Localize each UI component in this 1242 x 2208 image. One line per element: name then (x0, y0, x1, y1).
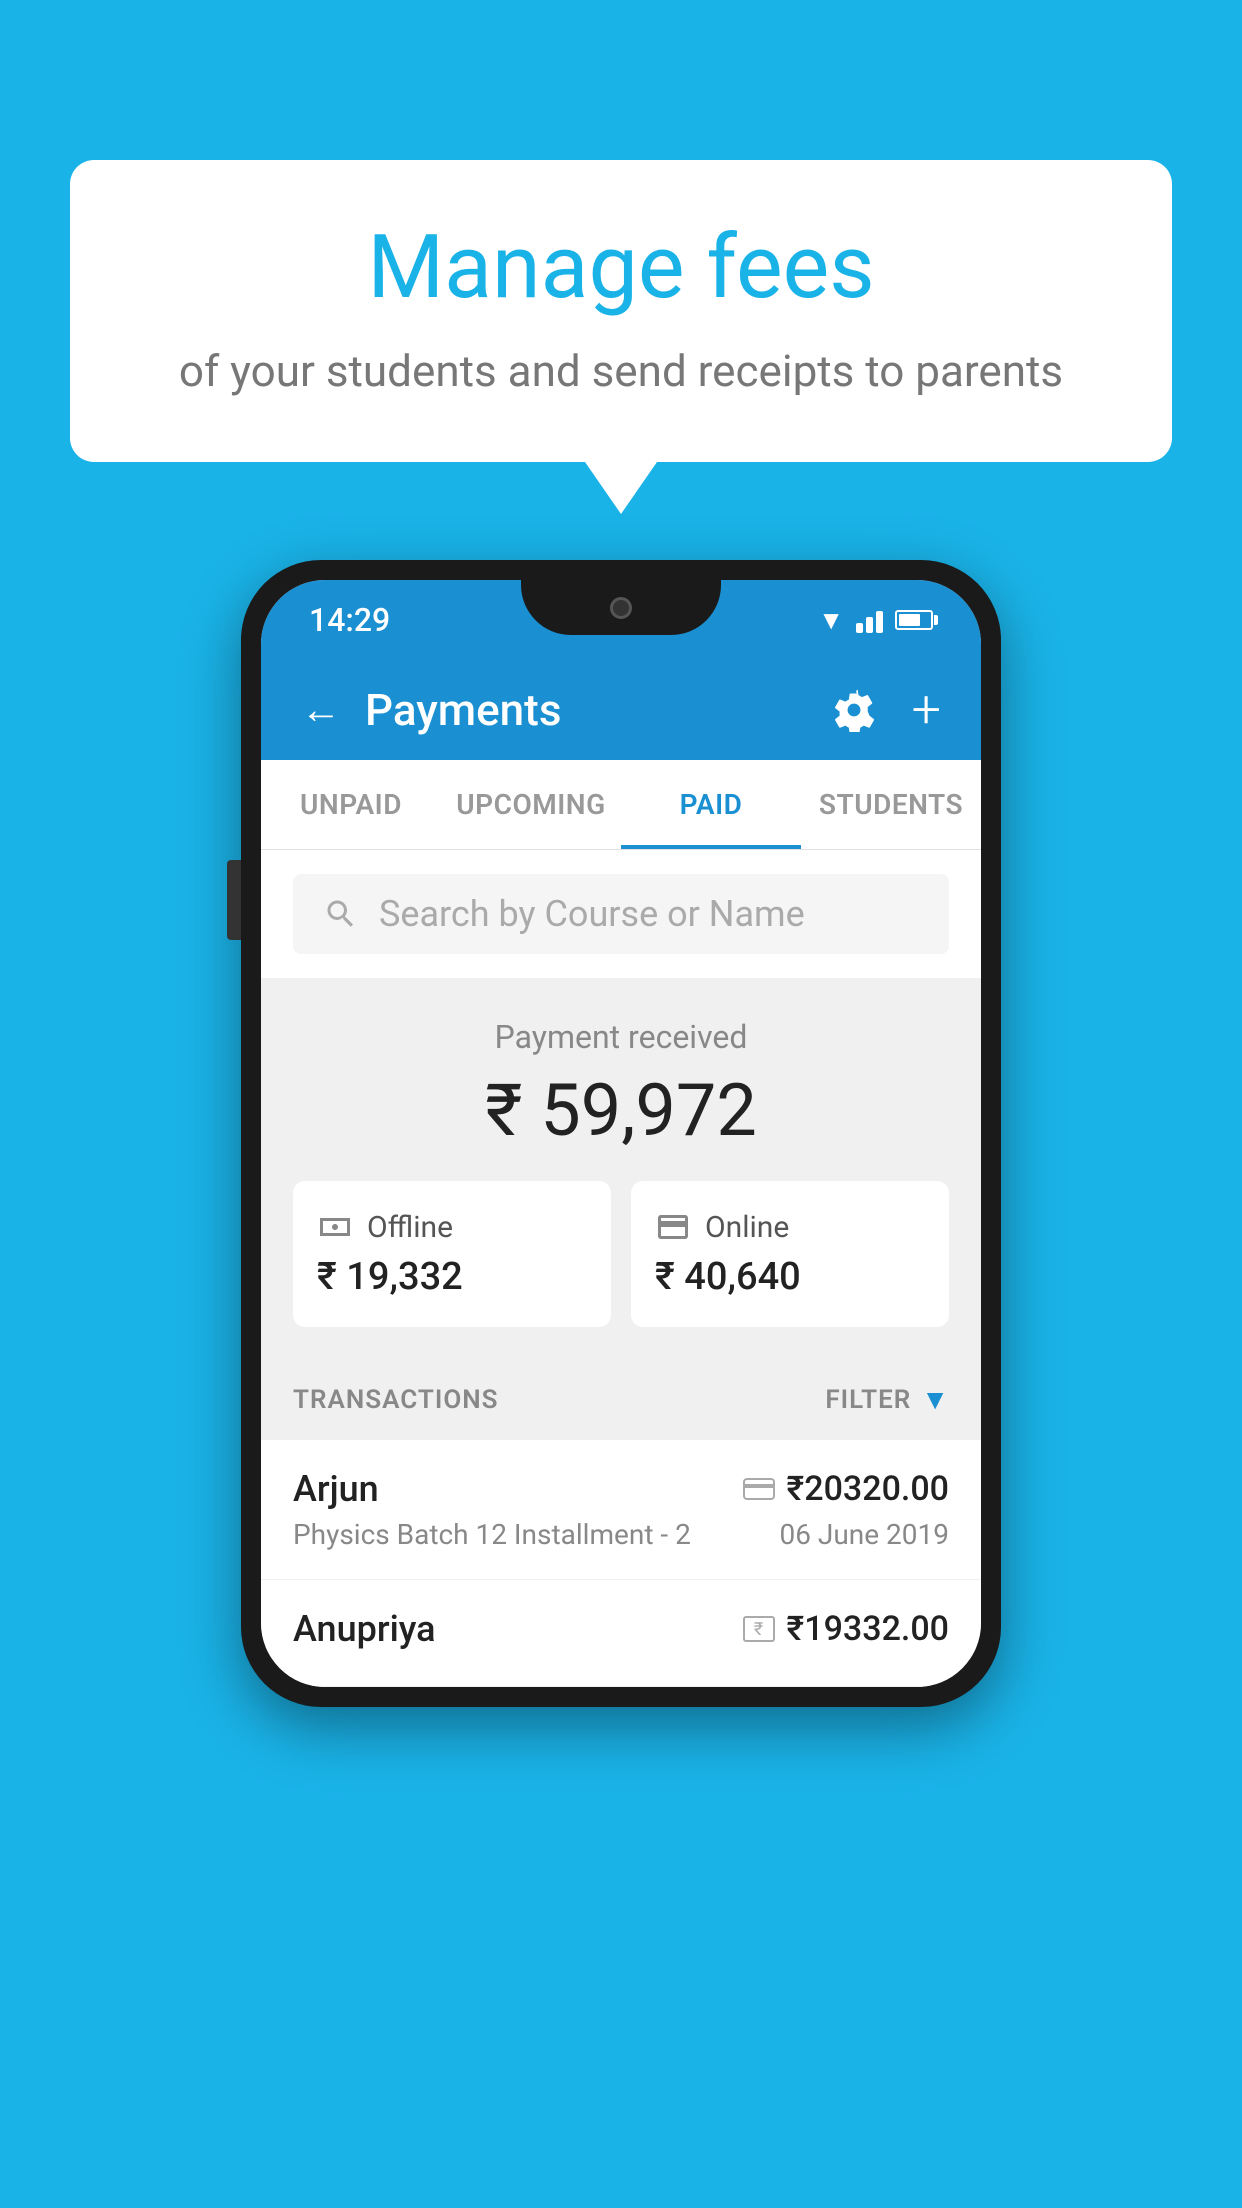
offline-card-header: Offline (317, 1209, 587, 1245)
transaction-amount: ₹19332.00 (787, 1609, 949, 1649)
search-container: Search by Course or Name (261, 850, 981, 978)
transaction-bottom: Physics Batch 12 Installment - 2 06 June… (293, 1518, 949, 1551)
payment-received-label: Payment received (293, 1018, 949, 1056)
online-amount: ₹ 40,640 (655, 1255, 925, 1299)
battery-icon (895, 610, 933, 630)
transactions-header: TRANSACTIONS FILTER ▼ (261, 1359, 981, 1440)
transaction-name: Anupriya (293, 1608, 436, 1650)
back-button[interactable]: ← (301, 690, 341, 730)
search-icon (323, 896, 359, 932)
transaction-date: 06 June 2019 (779, 1518, 949, 1551)
cash-icon (317, 1209, 353, 1245)
credit-card-icon (655, 1209, 691, 1245)
notch (521, 580, 721, 635)
online-label: Online (705, 1210, 789, 1245)
transaction-top: Arjun ₹20320.00 (293, 1468, 949, 1510)
settings-icon[interactable] (832, 688, 876, 732)
transaction-top: Anupriya ₹ ₹19332.00 (293, 1608, 949, 1650)
phone-body: 14:29 ▼ (241, 560, 1001, 1707)
filter-label: FILTER (825, 1385, 911, 1415)
filter-icon: ▼ (921, 1383, 949, 1416)
table-row[interactable]: Anupriya ₹ ₹19332.00 (261, 1580, 981, 1687)
offline-amount: ₹ 19,332 (317, 1255, 587, 1299)
speech-bubble: Manage fees of your students and send re… (70, 160, 1172, 462)
app-header: ← Payments + (261, 660, 981, 760)
signal-icon (856, 607, 883, 633)
bubble-title: Manage fees (150, 220, 1092, 317)
wifi-icon: ▼ (818, 605, 844, 636)
status-icons: ▼ (818, 605, 933, 636)
battery-fill (899, 614, 920, 626)
search-input[interactable]: Search by Course or Name (379, 893, 805, 935)
tab-paid[interactable]: PAID (621, 760, 801, 849)
payment-type-cash-icon: ₹ (743, 1616, 775, 1642)
payment-type-icon (743, 1478, 775, 1500)
phone-mockup: 14:29 ▼ (241, 560, 1001, 1707)
payment-total-amount: ₹ 59,972 (293, 1068, 949, 1153)
transaction-amount-container: ₹20320.00 (743, 1469, 949, 1509)
status-bar: 14:29 ▼ (261, 580, 981, 660)
transaction-amount: ₹20320.00 (787, 1469, 949, 1509)
bubble-subtitle: of your students and send receipts to pa… (150, 341, 1092, 403)
payment-summary: Payment received ₹ 59,972 Offline ₹ 19,3… (261, 978, 981, 1359)
header-right: + (832, 684, 941, 736)
tabs-bar: UNPAID UPCOMING PAID STUDENTS (261, 760, 981, 850)
status-time: 14:29 (309, 601, 390, 639)
add-button[interactable]: + (912, 684, 941, 736)
online-card: Online ₹ 40,640 (631, 1181, 949, 1327)
filter-container[interactable]: FILTER ▼ (825, 1383, 949, 1416)
tab-students[interactable]: STUDENTS (801, 760, 981, 849)
page-title: Payments (365, 684, 561, 736)
phone-screen: 14:29 ▼ (261, 580, 981, 1687)
payment-cards: Offline ₹ 19,332 Online ₹ 40 (293, 1181, 949, 1327)
speech-bubble-container: Manage fees of your students and send re… (70, 160, 1172, 462)
search-box[interactable]: Search by Course or Name (293, 874, 949, 954)
transaction-description: Physics Batch 12 Installment - 2 (293, 1518, 691, 1551)
table-row[interactable]: Arjun ₹20320.00 Physics Batch 12 Install… (261, 1440, 981, 1580)
tab-upcoming[interactable]: UPCOMING (441, 760, 621, 849)
offline-card: Offline ₹ 19,332 (293, 1181, 611, 1327)
offline-label: Offline (367, 1210, 453, 1245)
online-card-header: Online (655, 1209, 925, 1245)
transaction-amount-container: ₹ ₹19332.00 (743, 1609, 949, 1649)
header-left: ← Payments (301, 684, 561, 736)
transactions-label: TRANSACTIONS (293, 1385, 499, 1415)
transaction-name: Arjun (293, 1468, 379, 1510)
camera-dot (610, 597, 632, 619)
tab-unpaid[interactable]: UNPAID (261, 760, 441, 849)
